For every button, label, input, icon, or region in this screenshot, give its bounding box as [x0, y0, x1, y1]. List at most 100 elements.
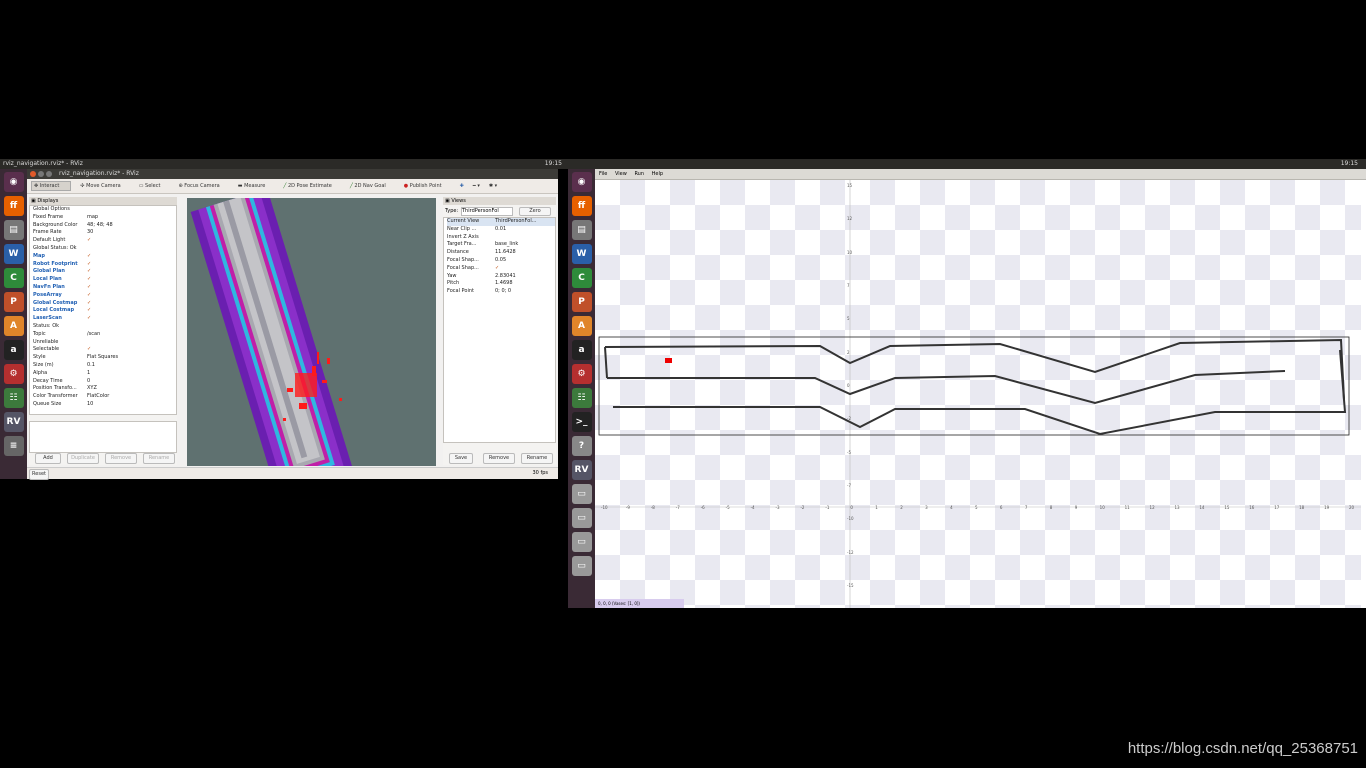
- menu-help[interactable]: Help: [652, 171, 663, 177]
- map-statusbar: 0, 0, 0 (Vases: [1, 0]): [595, 599, 684, 608]
- writer-icon[interactable]: W: [3, 244, 24, 264]
- displays-row[interactable]: Style Flat Squares: [33, 354, 176, 362]
- displays-row[interactable]: Default Light ✓: [33, 237, 176, 245]
- displays-row[interactable]: Map ✓: [33, 253, 176, 261]
- more-icon[interactable]: ✱ ▾: [489, 183, 497, 189]
- views-save-button[interactable]: Save: [449, 453, 473, 464]
- views-remove-button[interactable]: Remove: [483, 453, 515, 464]
- pose-estimate-tool[interactable]: ╱ 2D Pose Estimate: [283, 183, 340, 189]
- maximize-icon[interactable]: [46, 171, 52, 177]
- ubuntu-dash-icon-right[interactable]: ◉: [571, 172, 592, 192]
- render-viewport[interactable]: [187, 198, 436, 466]
- robot-icon-right[interactable]: ☷: [571, 388, 592, 408]
- views-row[interactable]: Focal Shap... ✓: [447, 265, 555, 273]
- disk-icon-3[interactable]: ▭: [571, 532, 592, 552]
- views-row[interactable]: Yaw 2.83041: [447, 273, 555, 281]
- settings-icon-right[interactable]: ⚙: [571, 364, 592, 384]
- disk-icon-2[interactable]: ▭: [571, 508, 592, 528]
- impress-icon-right[interactable]: P: [571, 292, 592, 312]
- displays-row[interactable]: NavFn Plan ✓: [33, 284, 176, 292]
- displays-row[interactable]: Robot Footprint ✓: [33, 261, 176, 269]
- firefox-icon-right[interactable]: ff: [571, 196, 592, 216]
- robot-icon[interactable]: ☷: [3, 388, 24, 408]
- views-row[interactable]: Focal Shap... 0.05: [447, 257, 555, 265]
- displays-row[interactable]: Local Plan ✓: [33, 276, 176, 284]
- views-row[interactable]: Pitch 1.4698: [447, 280, 555, 288]
- reset-button[interactable]: Reset: [29, 469, 49, 480]
- displays-row[interactable]: Unreliable: [33, 339, 176, 347]
- firefox-icon[interactable]: ff: [3, 196, 24, 216]
- select-tool[interactable]: ▭ Select: [139, 183, 170, 189]
- calc-icon[interactable]: C: [3, 268, 24, 288]
- terminal-icon[interactable]: >_: [571, 412, 592, 432]
- displays-row[interactable]: PoseArray ✓: [33, 292, 176, 300]
- displays-row[interactable]: Global Options: [33, 206, 176, 214]
- displays-row[interactable]: Size (m) 0.1: [33, 362, 176, 370]
- views-type-select[interactable]: ThirdPersonFol: [461, 207, 513, 216]
- displays-row[interactable]: LaserScan ✓: [33, 315, 176, 323]
- views-row[interactable]: Invert Z Axis: [447, 234, 555, 242]
- displays-row[interactable]: Background Color 48; 48; 48: [33, 222, 176, 230]
- help-icon[interactable]: ?: [571, 436, 592, 456]
- workspace-icon[interactable]: ≡: [3, 436, 24, 456]
- software-center-icon-right[interactable]: A: [571, 316, 592, 336]
- views-row-value: 2.83041: [495, 272, 516, 279]
- writer-icon-right[interactable]: W: [571, 244, 592, 264]
- displays-row[interactable]: Global Costmap ✓: [33, 300, 176, 308]
- views-tree[interactable]: Current View ThirdPersonFol... Near Clip .…: [443, 217, 556, 443]
- views-row[interactable]: Distance 11.6428: [447, 249, 555, 257]
- displays-row[interactable]: Global Plan ✓: [33, 268, 176, 276]
- move-camera-tool[interactable]: ✣ Move Camera: [80, 183, 129, 189]
- focus-camera-tool[interactable]: ⊕ Focus Camera: [178, 183, 228, 189]
- plus-icon[interactable]: ✚: [460, 183, 464, 189]
- disk-icon-4[interactable]: ▭: [571, 556, 592, 576]
- minimize-icon[interactable]: [38, 171, 44, 177]
- menu-run[interactable]: Run: [634, 171, 644, 177]
- close-icon[interactable]: [30, 171, 36, 177]
- rename-button[interactable]: Rename: [143, 453, 175, 464]
- impress-icon[interactable]: P: [3, 292, 24, 312]
- interact-tool[interactable]: ✥ Interact: [31, 181, 72, 191]
- displays-row[interactable]: Decay Time 0: [33, 378, 176, 386]
- views-row[interactable]: Near Clip ... 0.01: [447, 226, 555, 234]
- rviz-icon[interactable]: RV: [3, 412, 24, 432]
- displays-row[interactable]: Status: Ok: [33, 323, 176, 331]
- views-row[interactable]: Target Fra... base_link: [447, 241, 555, 249]
- right-top-panel: 19:15: [568, 159, 1366, 169]
- displays-row[interactable]: Selectable ✓: [33, 346, 176, 354]
- displays-row[interactable]: Global Status: Ok: [33, 245, 176, 253]
- displays-row[interactable]: Frame Rate 30: [33, 229, 176, 237]
- displays-row[interactable]: Fixed Frame map: [33, 214, 176, 222]
- files-icon[interactable]: ▤: [3, 220, 24, 240]
- disk-icon-1[interactable]: ▭: [571, 484, 592, 504]
- views-row[interactable]: Focal Point 0; 0; 0: [447, 288, 555, 296]
- displays-row[interactable]: Topic/scan: [33, 331, 176, 339]
- displays-row[interactable]: Local Costmap ✓: [33, 307, 176, 315]
- menu-file[interactable]: File: [599, 171, 607, 177]
- measure-tool[interactable]: ▬ Measure: [238, 183, 275, 189]
- amazon-icon-right[interactable]: a: [571, 340, 592, 360]
- rviz-icon-right[interactable]: RV: [571, 460, 592, 480]
- zero-button[interactable]: Zero: [519, 207, 551, 216]
- displays-row[interactable]: Position Transfo... XYZ: [33, 385, 176, 393]
- displays-row[interactable]: Queue Size 10: [33, 401, 176, 409]
- displays-row[interactable]: Color Transformer FlatColor: [33, 393, 176, 401]
- menu-view[interactable]: View: [615, 171, 627, 177]
- software-center-icon[interactable]: A: [3, 316, 24, 336]
- map-canvas[interactable]: -10 -9 -8 -7 -6 -5 -4 -3 -2 -1 0 1 2 3 4 5 6 7 8 9 10 11 12 13 1…: [595, 180, 1361, 608]
- add-button[interactable]: Add: [35, 453, 61, 464]
- views-rename-button[interactable]: Rename: [521, 453, 553, 464]
- amazon-icon[interactable]: a: [3, 340, 24, 360]
- displays-tree[interactable]: Global Options Fixed Frame map Background C…: [29, 205, 177, 415]
- minus-icon[interactable]: ━ ▾: [473, 183, 480, 189]
- nav-goal-tool[interactable]: ╱ 2D Nav Goal: [350, 183, 395, 189]
- views-row[interactable]: Current View ThirdPersonFol...: [447, 218, 555, 226]
- remove-button[interactable]: Remove: [105, 453, 137, 464]
- displays-row[interactable]: Alpha 1: [33, 370, 176, 378]
- ubuntu-dash-icon[interactable]: ◉: [3, 172, 24, 192]
- duplicate-button[interactable]: Duplicate: [67, 453, 99, 464]
- settings-icon[interactable]: ⚙: [3, 364, 24, 384]
- files-icon-right[interactable]: ▤: [571, 220, 592, 240]
- publish-point-tool[interactable]: ● Publish Point: [404, 183, 451, 189]
- calc-icon-right[interactable]: C: [571, 268, 592, 288]
